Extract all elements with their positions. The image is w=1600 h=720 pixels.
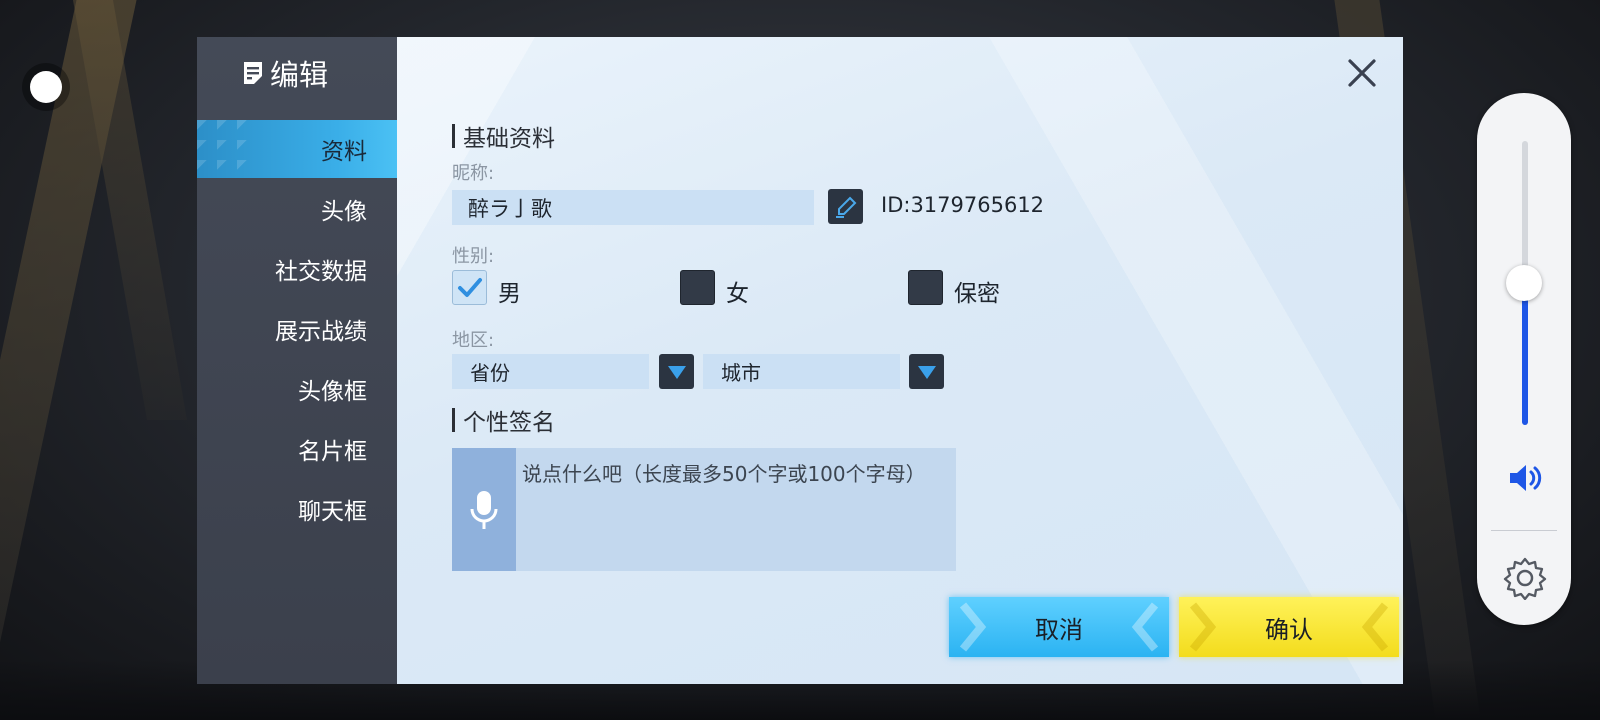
volume-slider-fill — [1522, 283, 1528, 425]
sidebar-item-card-frame[interactable]: 名片框 — [197, 420, 397, 478]
cancel-button-label: 取消 — [1035, 615, 1083, 644]
microphone-icon — [470, 490, 498, 529]
pencil-icon — [835, 196, 856, 218]
gender-female-label: 女 — [726, 281, 749, 307]
section-title-signature-text: 个性签名 — [463, 410, 555, 436]
volume-slider-thumb[interactable] — [1506, 265, 1542, 301]
nickname-value: 醉ラ亅歌 — [468, 196, 552, 221]
gender-secret-checkbox[interactable] — [908, 270, 943, 305]
triangle-down-icon — [667, 365, 686, 379]
section-title-basic-text: 基础资料 — [463, 126, 555, 152]
cancel-button[interactable]: 取消 — [949, 597, 1169, 657]
floating-assistive-button[interactable] — [30, 71, 62, 103]
gear-icon[interactable] — [1503, 556, 1547, 600]
sidebar-item-label: 展示战绩 — [275, 319, 367, 345]
gender-secret-label: 保密 — [954, 281, 1000, 307]
document-icon — [244, 62, 262, 84]
gender-female-checkbox[interactable] — [680, 270, 715, 305]
signature-placeholder: 说点什么吧（长度最多50个字或100个字母） — [522, 462, 926, 486]
close-icon[interactable] — [1344, 55, 1380, 91]
sidebar-item-label: 社交数据 — [275, 259, 367, 285]
sidebar-item-label: 聊天框 — [298, 499, 367, 525]
city-value: 城市 — [721, 361, 761, 385]
sidebar-item-profile[interactable]: 资料 — [197, 120, 397, 178]
chevron-decoration-icon — [1361, 602, 1389, 652]
gender-male-checkbox[interactable] — [452, 270, 487, 305]
triangle-down-icon — [917, 365, 936, 379]
nickname-label: 昵称: — [452, 163, 495, 184]
voice-input-button[interactable] — [452, 448, 516, 571]
system-side-panel — [1477, 93, 1571, 625]
sidebar-item-label: 资料 — [321, 139, 367, 165]
sidebar: 编辑 资料 头像 社交数据 展示战绩 头像框 名片框 聊天框 — [197, 37, 397, 684]
region-label: 地区: — [452, 330, 495, 351]
section-bar — [452, 124, 455, 148]
chevron-decoration-icon — [1189, 602, 1217, 652]
sidebar-item-avatar-frame[interactable]: 头像框 — [197, 360, 397, 418]
gender-label: 性别: — [452, 246, 495, 267]
province-dropdown-button[interactable] — [659, 354, 694, 389]
province-value: 省份 — [470, 361, 510, 385]
section-title-basic: 基础资料 — [452, 119, 555, 153]
volume-icon[interactable] — [1507, 463, 1543, 493]
chevron-decoration-icon — [959, 602, 987, 652]
section-bar — [452, 408, 455, 432]
side-panel-divider — [1491, 530, 1557, 531]
confirm-button-label: 确认 — [1265, 615, 1313, 644]
sidebar-item-label: 头像框 — [298, 379, 367, 405]
confirm-button[interactable]: 确认 — [1179, 597, 1399, 657]
sidebar-title: 编辑 — [242, 51, 328, 95]
section-title-signature: 个性签名 — [452, 403, 555, 437]
gender-male-label: 男 — [498, 281, 521, 307]
checkmark-icon — [458, 278, 482, 297]
sidebar-item-chat-frame[interactable]: 聊天框 — [197, 480, 397, 538]
sidebar-item-social-data[interactable]: 社交数据 — [197, 240, 397, 298]
city-dropdown-button[interactable] — [909, 354, 944, 389]
edit-profile-dialog: 编辑 资料 头像 社交数据 展示战绩 头像框 名片框 聊天框 基础资料 昵称: — [197, 37, 1403, 684]
sidebar-title-text: 编辑 — [270, 58, 329, 92]
sidebar-item-show-record[interactable]: 展示战绩 — [197, 300, 397, 358]
player-id: ID:3179765612 — [881, 193, 1045, 217]
province-select[interactable]: 省份 — [452, 354, 649, 389]
city-select[interactable]: 城市 — [703, 354, 900, 389]
signature-input[interactable]: 说点什么吧（长度最多50个字或100个字母） — [452, 448, 956, 571]
sidebar-item-avatar[interactable]: 头像 — [197, 180, 397, 238]
sidebar-item-label: 头像 — [321, 199, 367, 225]
chevron-decoration-icon — [1131, 602, 1159, 652]
sidebar-item-label: 名片框 — [298, 439, 367, 465]
nickname-field[interactable]: 醉ラ亅歌 — [452, 190, 814, 225]
edit-nickname-button[interactable] — [828, 189, 863, 224]
